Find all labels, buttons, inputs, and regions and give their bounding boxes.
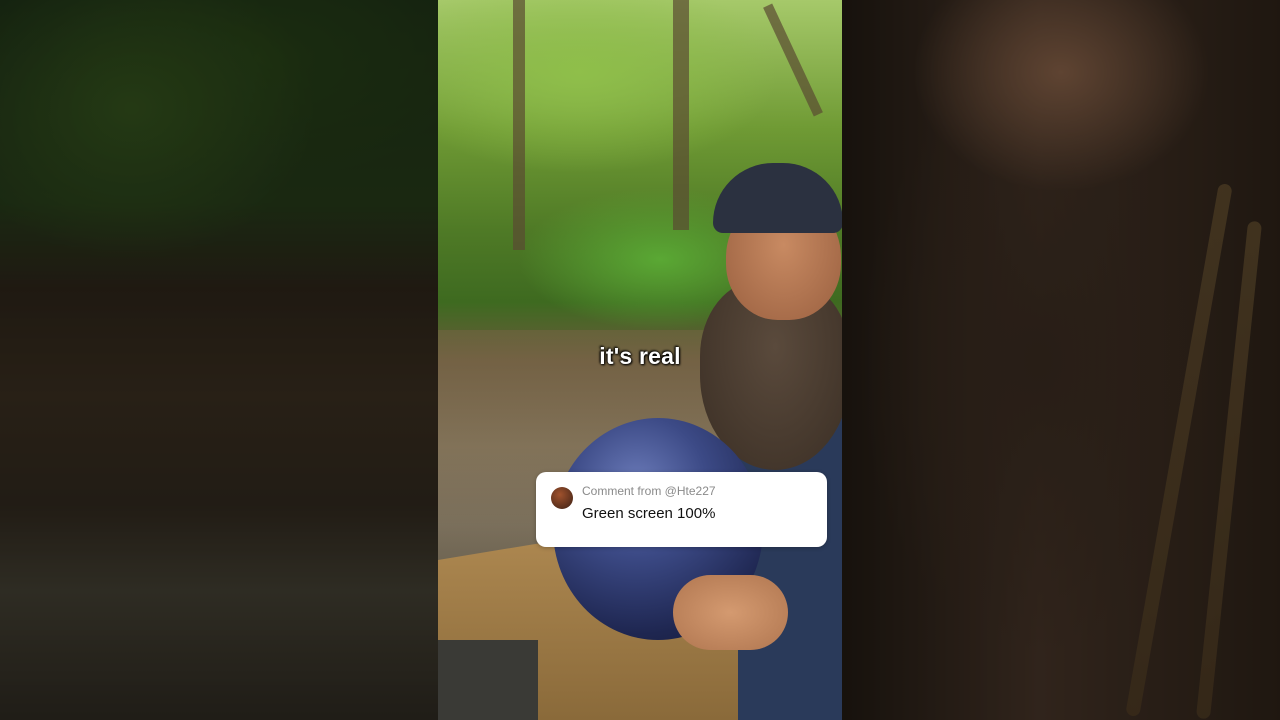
tree-trunk <box>513 0 525 250</box>
comment-reply-card[interactable]: Comment from @Hte227 Green screen 100% <box>536 472 827 547</box>
tree-trunk <box>763 3 823 117</box>
person-cap <box>713 163 842 233</box>
blurred-background-left <box>0 0 438 720</box>
tree-trunk <box>673 0 689 230</box>
comment-from-label: Comment from @Hte227 <box>582 484 716 498</box>
commenter-avatar[interactable] <box>551 487 573 509</box>
video-caption: it's real <box>599 343 681 369</box>
blurred-background-right <box>842 0 1280 720</box>
person-boot <box>438 640 538 720</box>
video-frame[interactable]: it's real <box>438 0 842 720</box>
comment-text: Green screen 100% <box>582 505 716 522</box>
person-hand <box>673 575 788 650</box>
